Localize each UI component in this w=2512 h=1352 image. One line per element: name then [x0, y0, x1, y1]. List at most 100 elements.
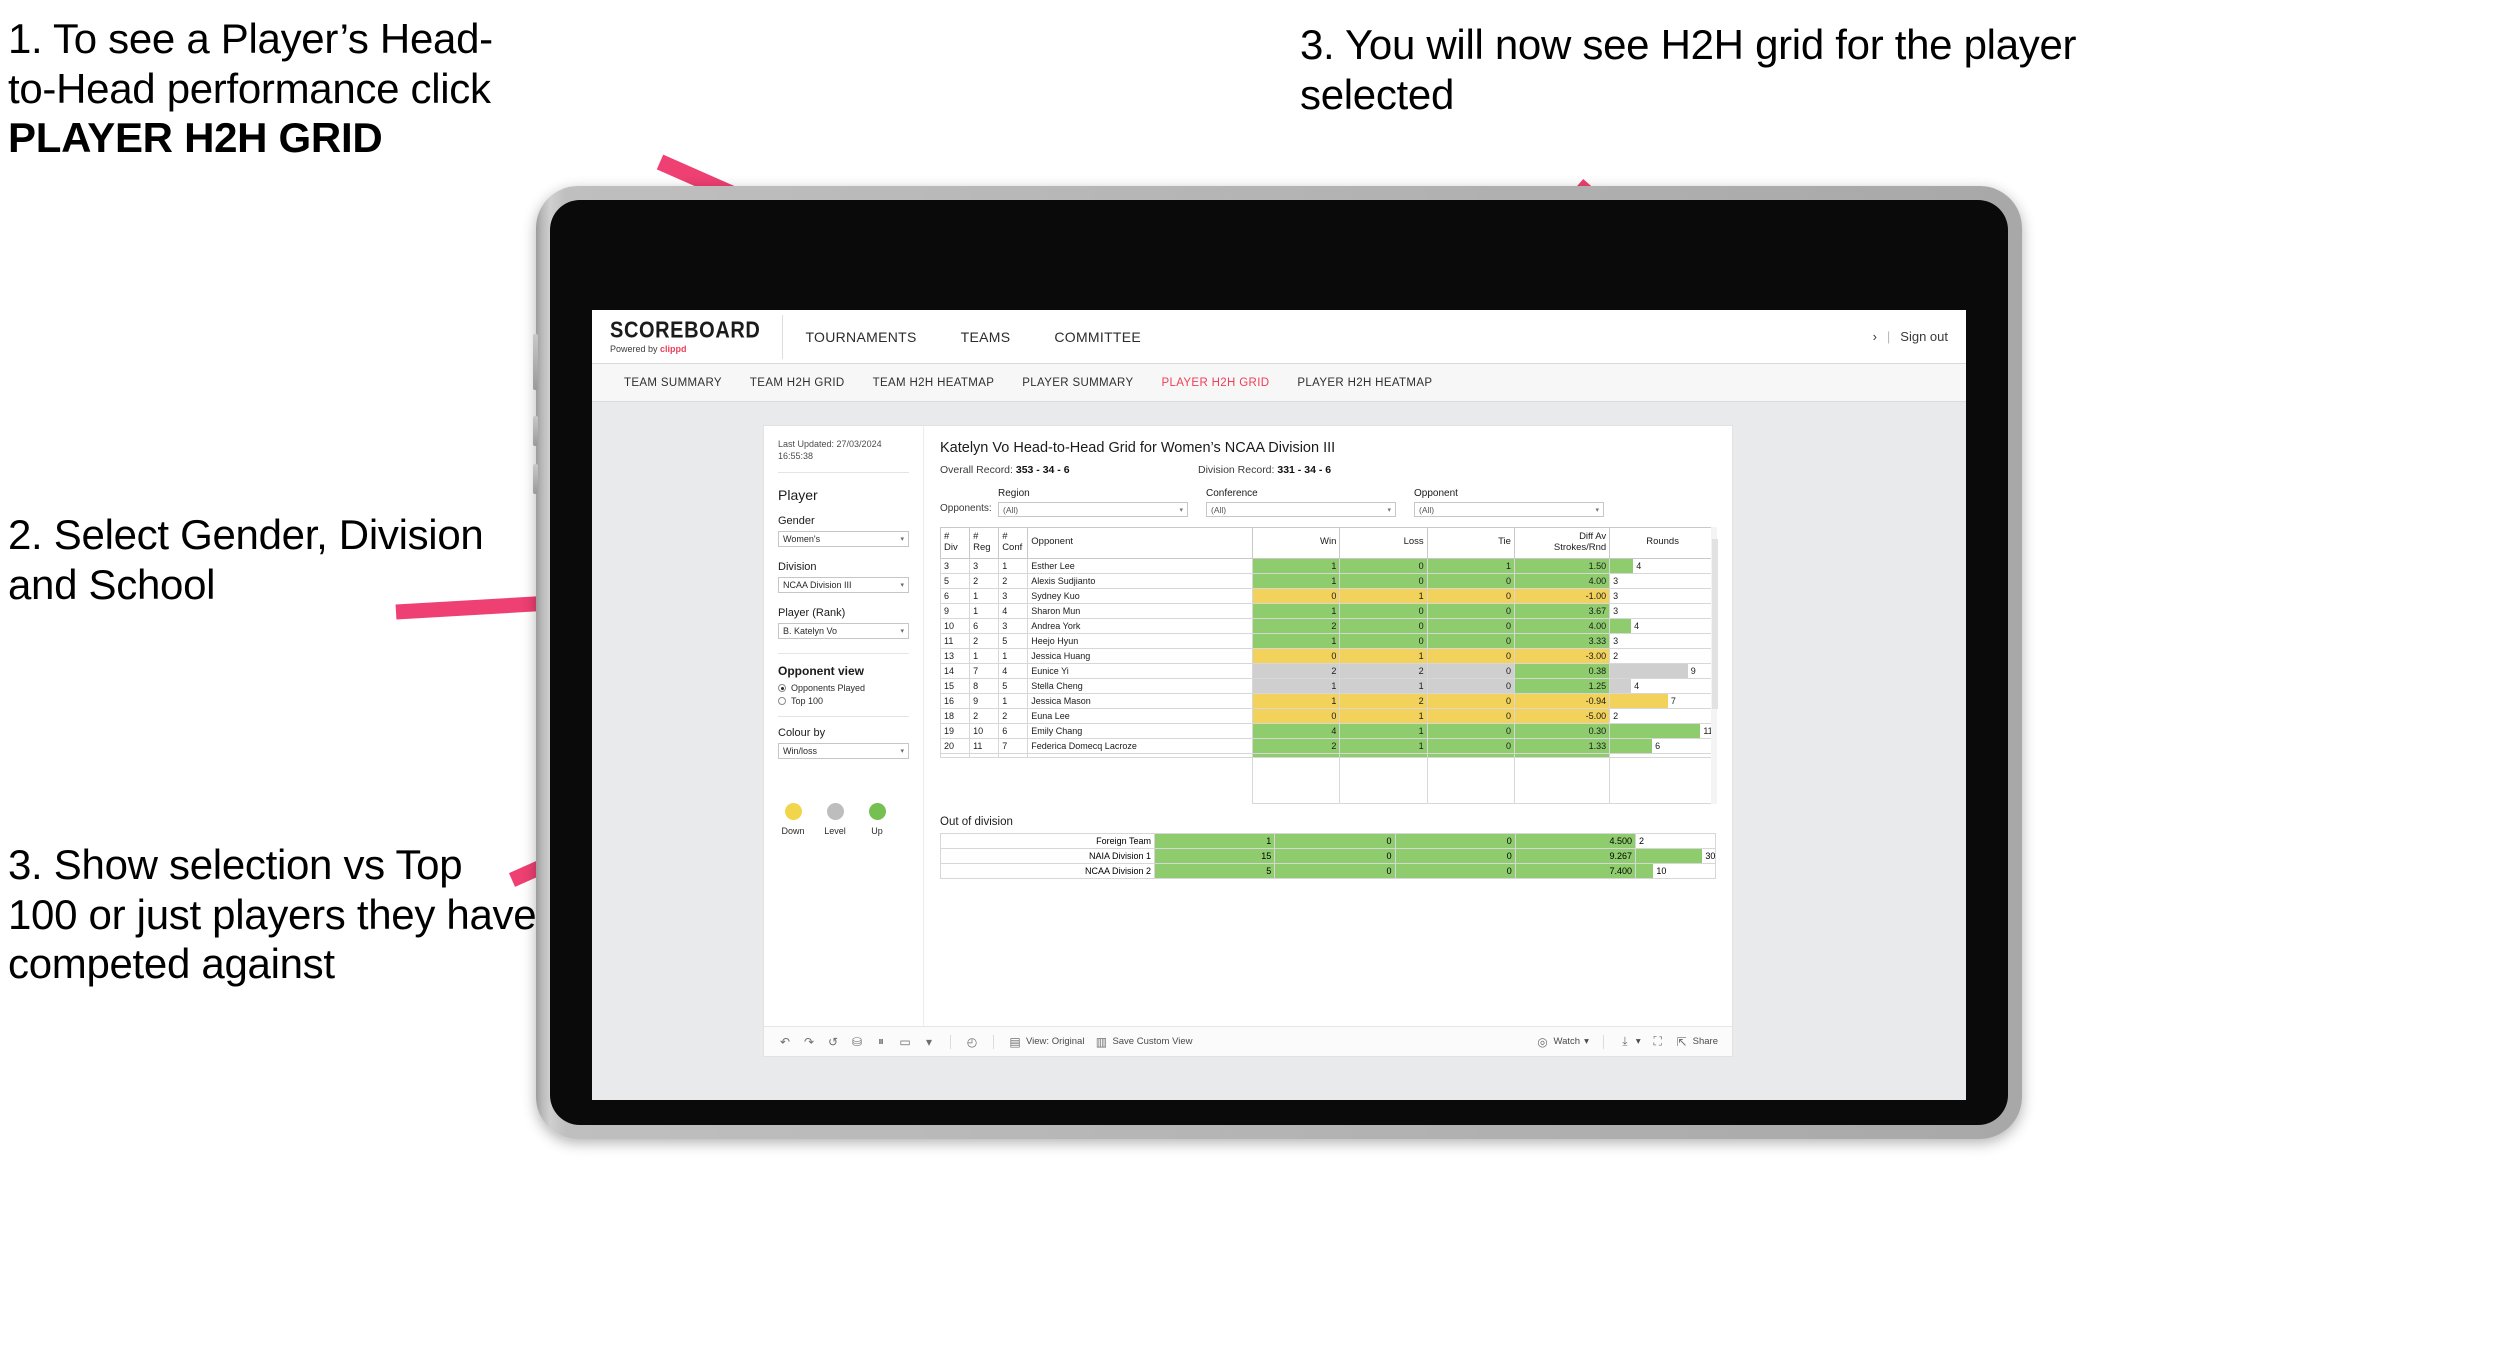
cell-ood-loss: 0 [1274, 862, 1396, 879]
col-win[interactable]: Win [1252, 527, 1341, 559]
cell-ood-rounds: 10 [1635, 862, 1716, 879]
cell-diff: 1.33 [1513, 737, 1611, 754]
cell-diff: -1.00 [1513, 587, 1611, 604]
out-of-division-row[interactable]: NAIA Division 1 15 0 0 9.267 30 [940, 847, 1716, 864]
cell-blank [1028, 757, 1253, 803]
annotation-step-2: 2. Select Gender, Division and School [8, 511, 484, 608]
table-row[interactable]: 9 1 4 Sharon Mun 1 0 0 3.67 3 [939, 602, 1716, 619]
table-row[interactable]: 6 1 3 Sydney Kuo 0 1 0 -1.00 3 [939, 587, 1716, 604]
redo-icon[interactable]: ↷ [802, 1035, 816, 1049]
view-original-button[interactable]: ▤ View: Original [1008, 1035, 1084, 1049]
table-row[interactable]: 19 10 6 Emily Chang 4 1 0 0.30 11 [939, 722, 1716, 739]
cell-ood-loss: 0 [1274, 847, 1396, 864]
out-of-division-row[interactable]: Foreign Team 1 0 0 4.500 2 [940, 832, 1716, 849]
subnav-team-h2h-grid[interactable]: TEAM H2H GRID [736, 377, 859, 389]
cell-opponent: Federica Domecq Lacroze [1027, 737, 1254, 754]
subnav-player-h2h-grid[interactable]: PLAYER H2H GRID [1147, 377, 1283, 389]
cell-win: 2 [1252, 617, 1341, 634]
brand-logo[interactable]: SCOREBOARD Powered by clippd [610, 314, 784, 359]
chevron-down-icon[interactable]: ▾ [922, 1035, 936, 1049]
table-scrollbar-thumb[interactable] [1712, 539, 1718, 709]
header-right: › | Sign out [1873, 329, 1948, 344]
cell-ood-name: NAIA Division 1 [940, 847, 1155, 864]
col-reg[interactable]: # Reg [969, 527, 1000, 559]
nav-item-committee[interactable]: COMMITTEE [1032, 310, 1163, 363]
player-rank-field: Player (Rank) B. Katelyn Vo ▾ [778, 607, 909, 640]
opponent-select[interactable]: (All) ▾ [1414, 502, 1604, 517]
cell-diff: 0.38 [1513, 662, 1611, 679]
share-button[interactable]: ⇱ Share [1675, 1035, 1718, 1049]
col-rounds[interactable]: Rounds [1609, 527, 1716, 559]
table-row[interactable]: 15 8 5 Stella Cheng 1 1 0 1.25 4 [939, 677, 1716, 694]
legend-dot-level [826, 803, 844, 821]
col-tie[interactable]: Tie [1426, 527, 1515, 559]
subnav-player-h2h-heatmap[interactable]: PLAYER H2H HEATMAP [1283, 377, 1446, 389]
header-chevron-icon[interactable]: › [1873, 329, 1877, 344]
nav-item-teams[interactable]: TEAMS [939, 310, 1033, 363]
col-diff-av-strokes[interactable]: Diff Av Strokes/Rnd [1513, 527, 1611, 559]
download-button[interactable]: ⤓ ▾ [1618, 1034, 1640, 1049]
cell-loss: 0 [1339, 602, 1428, 619]
main-nav: TOURNAMENTS TEAMS COMMITTEE [783, 310, 1163, 363]
table-row[interactable]: 20 11 7 Federica Domecq Lacroze 2 1 0 1.33 6 [939, 737, 1716, 754]
nav-item-tournaments[interactable]: TOURNAMENTS [783, 310, 938, 363]
watch-button[interactable]: ◎ Watch ▾ [1536, 1035, 1589, 1049]
table-row[interactable]: 13 1 1 Jessica Huang 0 1 0 -3.00 2 [939, 647, 1716, 664]
player-rank-select[interactable]: B. Katelyn Vo ▾ [778, 623, 909, 640]
cell-tie: 1 [1426, 557, 1515, 574]
col-opponent[interactable]: Opponent [1027, 527, 1254, 559]
subnav-team-summary[interactable]: TEAM SUMMARY [610, 377, 736, 389]
cell-tie: 0 [1426, 617, 1515, 634]
division-select[interactable]: NCAA Division III ▾ [778, 577, 909, 594]
radio-top-100[interactable]: Top 100 [778, 696, 909, 706]
subnav-player-summary[interactable]: PLAYER SUMMARY [1008, 377, 1147, 389]
cell-div: 14 [939, 662, 971, 679]
col-div[interactable]: # Div [939, 527, 971, 559]
table-row[interactable]: 18 2 2 Euna Lee 0 1 0 -5.00 2 [939, 707, 1716, 724]
region-select[interactable]: (All) ▾ [998, 502, 1188, 517]
table-row[interactable]: 5 2 2 Alexis Sudjianto 1 0 0 4.00 3 [939, 572, 1716, 589]
chevron-down-icon: ▾ [1179, 506, 1183, 514]
toolbar-divider-3 [1602, 1034, 1604, 1049]
cell-win: 0 [1252, 587, 1341, 604]
player-rank-value: B. Katelyn Vo [783, 626, 838, 637]
col-conf[interactable]: # Conf [998, 527, 1029, 559]
cell-opponent: Andrea York [1027, 617, 1254, 634]
cell-blank [1513, 756, 1611, 804]
pause-icon[interactable]: ⏸ [874, 1034, 888, 1049]
refresh-icon[interactable]: ⛁ [850, 1035, 864, 1049]
cell-loss: 0 [1339, 632, 1428, 649]
undo-icon[interactable]: ↶ [778, 1035, 792, 1049]
table-row[interactable]: 16 9 1 Jessica Mason 1 2 0 -0.94 7 [939, 692, 1716, 709]
cell-conf: 1 [998, 557, 1029, 574]
gender-select[interactable]: Women's ▾ [778, 531, 909, 548]
table-row[interactable]: 10 6 3 Andrea York 2 0 0 4.00 4 [939, 617, 1716, 634]
radio-opponents-played[interactable]: Opponents Played [778, 683, 909, 693]
cell-div: 15 [939, 677, 971, 694]
opponent-view-title: Opponent view [778, 664, 865, 679]
conference-select[interactable]: (All) ▾ [1206, 502, 1396, 517]
cell-div: 16 [939, 692, 971, 709]
out-of-division-row[interactable]: NCAA Division 2 5 0 0 7.400 10 [940, 862, 1716, 879]
colour-by-select[interactable]: Win/loss ▾ [778, 743, 909, 760]
table-row[interactable]: 14 7 4 Eunice Yi 2 2 0 0.38 9 [939, 662, 1716, 679]
annotation-step-1-line1: 1. To see a Player’s Head- [8, 15, 493, 62]
revert-icon[interactable]: ↺ [826, 1035, 840, 1049]
save-custom-view-label: Save Custom View [1112, 1036, 1193, 1047]
col-loss[interactable]: Loss [1339, 527, 1428, 559]
annotation-step-3: 3. Show selection vs Top 100 or just pla… [8, 841, 537, 988]
cell-div: 19 [939, 722, 971, 739]
save-custom-view-button[interactable]: ▥ Save Custom View [1094, 1035, 1193, 1049]
table-scrollbar-track[interactable] [1711, 527, 1718, 804]
cell-ood-loss: 0 [1274, 832, 1396, 849]
table-row[interactable]: 3 3 1 Esther Lee 1 0 1 1.50 4 [939, 557, 1716, 574]
col-reg-l1: # [973, 531, 979, 542]
subnav-team-h2h-heatmap[interactable]: TEAM H2H HEATMAP [859, 377, 1009, 389]
sign-out-link[interactable]: Sign out [1900, 329, 1948, 344]
device-preview-icon[interactable]: ▭ [898, 1035, 912, 1049]
table-row[interactable]: 11 2 5 Heejo Hyun 1 0 0 3.33 3 [939, 632, 1716, 649]
fullscreen-icon[interactable]: ⛶ [1651, 1034, 1665, 1049]
brand-clippd: clippd [660, 344, 687, 354]
cell-div: 20 [939, 737, 971, 754]
clock-icon[interactable]: ◴ [965, 1035, 979, 1049]
